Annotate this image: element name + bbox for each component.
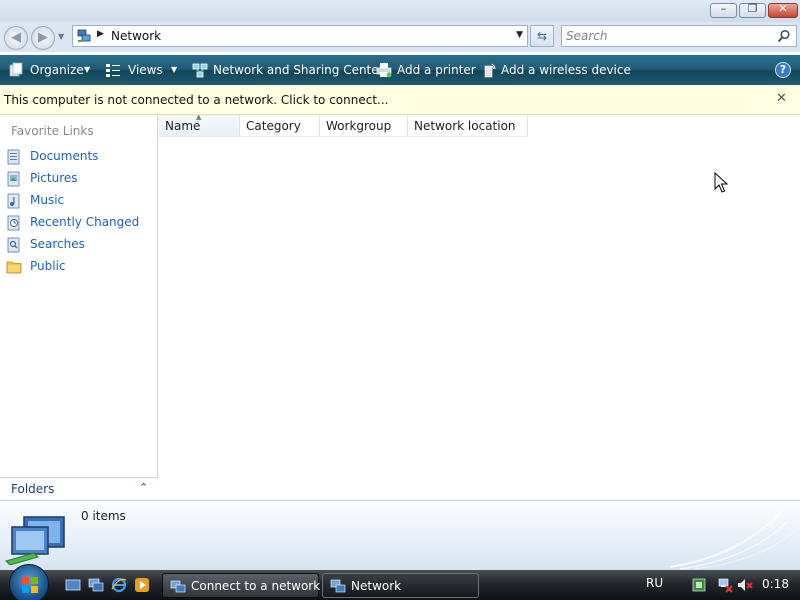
refresh-button[interactable]: ⇆ <box>530 25 554 47</box>
organize-icon <box>9 62 23 77</box>
taskbar: Connect to a network Network RU 0:18 <box>0 564 800 600</box>
organize-label: Organize <box>30 63 84 77</box>
minimize-icon: – <box>720 2 727 15</box>
items-count: 0 items <box>81 509 126 523</box>
switch-windows-icon[interactable] <box>88 577 104 593</box>
show-desktop-icon[interactable] <box>65 577 81 593</box>
tray-app-icon[interactable] <box>691 577 707 593</box>
address-row: ◀ ▶ ▼ ▶ Network ▼ ⇆ <box>0 22 800 52</box>
views-button[interactable]: Views ▼ <box>105 55 183 85</box>
wireless-device-icon <box>484 63 496 78</box>
help-button[interactable]: ? <box>775 62 791 78</box>
address-bar[interactable]: ▶ Network ▼ <box>72 25 528 47</box>
searches-icon <box>7 237 20 253</box>
taskbar-button-connect-to-network[interactable]: Connect to a network <box>162 573 321 598</box>
network-sharing-center-button[interactable]: Network and Sharing Center <box>192 55 384 85</box>
network-sharing-center-label: Network and Sharing Center <box>213 63 384 77</box>
help-icon: ? <box>779 63 787 76</box>
favorite-link-label: Music <box>30 193 65 207</box>
favorite-link-label: Public <box>30 259 66 273</box>
add-printer-label: Add a printer <box>397 63 476 77</box>
taskbar-button-network[interactable]: Network <box>322 573 479 598</box>
column-header-category[interactable]: Category <box>240 115 320 137</box>
start-button[interactable] <box>9 564 49 600</box>
column-header-name[interactable]: ▲ Name <box>159 113 240 137</box>
organize-button[interactable]: Organize ▼ <box>8 55 96 85</box>
search-box[interactable] <box>561 25 797 47</box>
title-bar: – ❐ ✕ <box>0 0 800 22</box>
search-input[interactable] <box>566 28 766 44</box>
info-bar-message[interactable]: This computer is not connected to a netw… <box>4 93 388 107</box>
column-header-network-location[interactable]: Network location <box>408 115 528 137</box>
folders-label: Folders <box>11 482 55 496</box>
column-header-label: Workgroup <box>326 119 392 133</box>
forward-button[interactable]: ▶ <box>31 26 55 50</box>
back-button[interactable]: ◀ <box>4 26 28 50</box>
close-icon: ✕ <box>778 2 788 15</box>
language-indicator[interactable]: RU <box>646 576 663 590</box>
documents-icon <box>7 149 20 165</box>
minimize-button[interactable]: – <box>710 2 737 18</box>
favorite-link-label: Searches <box>30 237 85 251</box>
network-sharing-icon <box>192 63 208 78</box>
network-disconnected-icon[interactable] <box>717 577 733 593</box>
views-icon <box>106 64 120 77</box>
favorite-link-label: Pictures <box>30 171 78 185</box>
info-bar-close-icon[interactable]: ✕ <box>776 91 787 106</box>
column-header-label: Network location <box>414 119 516 133</box>
breadcrumb-network[interactable]: Network <box>111 29 161 43</box>
internet-explorer-icon[interactable] <box>111 577 127 593</box>
info-bar[interactable]: This computer is not connected to a netw… <box>0 85 800 115</box>
command-toolbar: Organize ▼ Views ▼ Network and Sharing C… <box>0 55 800 85</box>
address-dropdown-icon[interactable]: ▼ <box>516 30 523 40</box>
back-arrow-icon: ◀ <box>11 30 21 45</box>
favorite-links-heading: Favorite Links <box>11 124 94 138</box>
forward-arrow-icon: ▶ <box>38 30 48 45</box>
breadcrumb-separator-icon[interactable]: ▶ <box>97 29 104 39</box>
column-header-workgroup[interactable]: Workgroup <box>320 115 408 137</box>
network-computers-icon <box>5 516 65 565</box>
views-label: Views <box>128 63 163 77</box>
printer-icon <box>376 63 392 78</box>
chevron-down-icon: ▼ <box>84 65 91 74</box>
maximize-button[interactable]: ❐ <box>739 2 766 18</box>
taskbar-button-label: Network <box>351 579 402 593</box>
recent-pages-dropdown-icon[interactable]: ▼ <box>58 32 64 41</box>
public-folder-icon <box>6 261 22 274</box>
connect-network-icon <box>170 580 186 593</box>
file-list[interactable]: ▲ Name Category Workgroup Network locati… <box>159 113 800 500</box>
add-wireless-device-label: Add a wireless device <box>501 63 631 77</box>
pictures-icon <box>7 171 20 187</box>
column-header-label: Category <box>246 119 301 133</box>
favorite-link-label: Documents <box>30 149 99 163</box>
refresh-icon: ⇆ <box>536 29 548 43</box>
details-pane: 0 items <box>0 500 800 570</box>
add-wireless-device-button[interactable]: Add a wireless device <box>481 55 631 85</box>
mouse-cursor-icon <box>714 172 728 193</box>
taskbar-button-label: Connect to a network <box>191 579 321 593</box>
chevron-up-icon: ⌃ <box>139 481 149 494</box>
network-icon <box>77 29 91 42</box>
decorative-swoosh <box>670 510 796 570</box>
favorite-link-label: Recently Changed <box>30 215 140 229</box>
navigation-pane: Favorite Links Documents Pictures Music … <box>0 115 158 500</box>
network-icon <box>330 579 346 593</box>
folders-toggle[interactable]: Folders ⌃ <box>0 477 158 500</box>
media-player-icon[interactable] <box>134 577 150 593</box>
system-clock[interactable]: 0:18 <box>762 577 789 591</box>
maximize-icon: ❐ <box>747 2 758 15</box>
add-printer-button[interactable]: Add a printer <box>376 55 476 85</box>
volume-muted-icon[interactable] <box>737 577 753 593</box>
column-header-label: Name <box>165 119 201 133</box>
windows-logo-icon <box>22 577 38 593</box>
close-button[interactable]: ✕ <box>768 2 798 18</box>
music-icon <box>7 193 20 209</box>
recently-changed-icon <box>7 215 20 231</box>
chevron-down-icon: ▼ <box>171 65 178 74</box>
search-icon[interactable] <box>777 29 791 43</box>
